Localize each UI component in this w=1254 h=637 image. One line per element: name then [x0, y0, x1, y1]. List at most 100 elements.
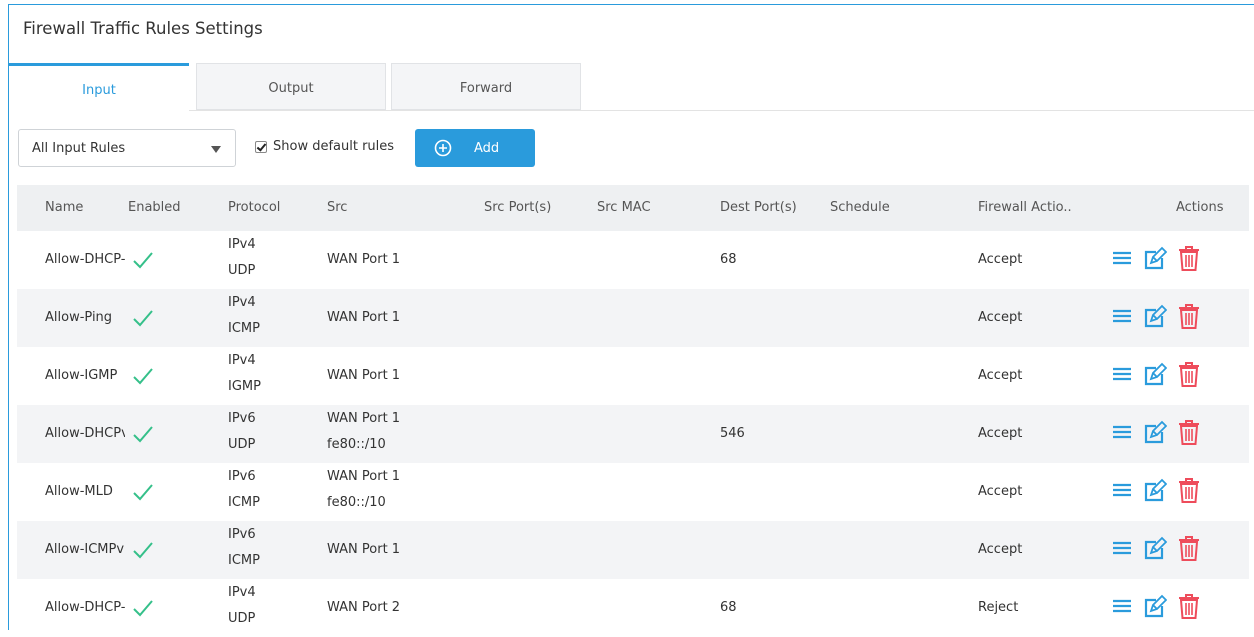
rule-dest-ports: 546 [720, 426, 745, 441]
edit-icon[interactable] [1143, 593, 1168, 623]
edit-icon[interactable] [1143, 419, 1168, 449]
rule-action: Accept [978, 426, 1023, 441]
table-row: Allow-DHCP- IPv4 UDP WAN Port 2 68 Reject [17, 579, 1249, 637]
trash-icon[interactable] [1177, 476, 1201, 508]
col-enabled[interactable]: Enabled [128, 200, 181, 215]
tab-forward[interactable]: Forward [391, 63, 581, 110]
list-icon[interactable] [1111, 305, 1133, 331]
row-actions [1111, 244, 1211, 276]
show-default-rules-checkbox[interactable] [255, 140, 267, 153]
rule-action: Accept [978, 542, 1023, 557]
edit-icon[interactable] [1143, 535, 1168, 565]
rule-src: WAN Port 1 [327, 310, 401, 325]
rule-name: Allow-ICMPv [45, 542, 125, 557]
page-title: Firewall Traffic Rules Settings [23, 19, 263, 38]
rule-dest-ports: 68 [720, 600, 737, 615]
rule-action: Accept [978, 368, 1023, 383]
tab-input[interactable]: Input [9, 63, 189, 111]
add-rule-label: Add [474, 140, 500, 156]
table-header: Name Enabled Protocol Src Src Port(s) Sr… [17, 185, 1249, 231]
tab-divider [9, 110, 1254, 111]
table-body: Allow-DHCP- IPv4 UDP WAN Port 1 68 Accept Allo… [17, 231, 1249, 637]
rule-src: WAN Port 2 [327, 600, 401, 615]
list-icon[interactable] [1111, 421, 1133, 447]
rule-ip-version: IPv6 [228, 411, 256, 426]
table-row: Allow-MLD IPv6 ICMP WAN Port 1 fe80::/10 Acce… [17, 463, 1249, 521]
toolbar: All Input Rules Show default rules Add [9, 123, 1254, 173]
table-row: Allow-ICMPv IPv6 ICMP WAN Port 1 Accept [17, 521, 1249, 579]
tab-output[interactable]: Output [196, 63, 386, 110]
col-src[interactable]: Src [327, 200, 347, 215]
plus-circle-icon [434, 139, 452, 157]
edit-icon[interactable] [1143, 303, 1168, 333]
col-src-ports[interactable]: Src Port(s) [484, 200, 551, 215]
rule-name: Allow-Ping [45, 310, 113, 325]
edit-icon[interactable] [1143, 361, 1168, 391]
col-actions: Actions [1176, 200, 1224, 215]
rule-ip-version: IPv4 [228, 295, 256, 310]
rule-action: Accept [978, 310, 1023, 325]
edit-icon[interactable] [1143, 477, 1168, 507]
rule-protocol: UDP [228, 263, 256, 278]
list-icon[interactable] [1111, 247, 1133, 273]
rule-ip-version: IPv6 [228, 469, 256, 484]
col-protocol[interactable]: Protocol [228, 200, 280, 215]
list-icon[interactable] [1111, 479, 1133, 505]
row-actions [1111, 302, 1211, 334]
list-icon[interactable] [1111, 363, 1133, 389]
rules-table: Name Enabled Protocol Src Src Port(s) Sr… [17, 185, 1249, 637]
row-actions [1111, 592, 1211, 624]
checkmark-icon [133, 600, 153, 617]
show-default-rules-toggle[interactable]: Show default rules [255, 139, 394, 154]
col-src-mac[interactable]: Src MAC [597, 200, 651, 215]
checkmark-icon [133, 542, 153, 559]
rule-src: WAN Port 1 [327, 469, 401, 484]
rule-protocol: IGMP [228, 379, 261, 394]
rule-ip-version: IPv4 [228, 353, 256, 368]
rule-ip-version: IPv6 [228, 527, 256, 542]
list-icon[interactable] [1111, 595, 1133, 621]
row-actions [1111, 534, 1211, 566]
row-actions [1111, 476, 1211, 508]
col-firewall-action[interactable]: Firewall Actio.. [978, 200, 1072, 215]
col-dest-ports[interactable]: Dest Port(s) [720, 200, 797, 215]
row-actions [1111, 418, 1211, 450]
rule-name: Allow-MLD [45, 484, 113, 499]
rule-action: Accept [978, 484, 1023, 499]
trash-icon[interactable] [1177, 302, 1201, 334]
checkmark-icon [133, 426, 153, 443]
rule-name: Allow-DHCPv [45, 426, 125, 441]
rules-filter-value: All Input Rules [32, 140, 126, 156]
table-row: Allow-DHCP- IPv4 UDP WAN Port 1 68 Accept [17, 231, 1249, 289]
col-schedule[interactable]: Schedule [830, 200, 890, 215]
table-row: Allow-DHCPv IPv6UDP WAN Port 1fe80::/10 546… [17, 405, 1249, 463]
rule-name: Allow-DHCP- [45, 600, 125, 615]
checkmark-icon [133, 310, 153, 327]
chevron-down-icon [211, 146, 221, 153]
firewall-panel: Firewall Traffic Rules Settings Input Ou… [8, 4, 1254, 630]
tab-input-label: Input [82, 83, 116, 98]
tab-forward-label: Forward [459, 81, 513, 96]
rule-action: Reject [978, 600, 1019, 615]
rule-ip-version: IPv4 [228, 585, 256, 600]
list-icon[interactable] [1111, 537, 1133, 563]
rule-name: Allow-IGMP [45, 368, 118, 383]
col-name[interactable]: Name [45, 200, 83, 215]
tab-output-label: Output [268, 81, 314, 96]
trash-icon[interactable] [1177, 592, 1201, 624]
table-row: Allow-Ping IPv4 ICMP WAN Port 1 Accept [17, 289, 1249, 347]
trash-icon[interactable] [1177, 360, 1201, 392]
rule-src-address: fe80::/10 [327, 495, 386, 510]
edit-icon[interactable] [1143, 245, 1168, 275]
table-row: Allow-IGMP IPv4 IGMP WAN Port 1 Accept [17, 347, 1249, 405]
row-actions [1111, 360, 1211, 392]
show-default-rules-label: Show default rules [273, 139, 395, 154]
rule-protocol: UDP [228, 437, 256, 452]
add-rule-button[interactable]: Add [415, 129, 535, 167]
trash-icon[interactable] [1177, 244, 1201, 276]
rule-src-address: fe80::/10 [327, 437, 386, 452]
rule-src: WAN Port 1 [327, 411, 401, 426]
trash-icon[interactable] [1177, 418, 1201, 450]
rules-filter-select[interactable]: All Input Rules [18, 129, 236, 167]
trash-icon[interactable] [1177, 534, 1201, 566]
